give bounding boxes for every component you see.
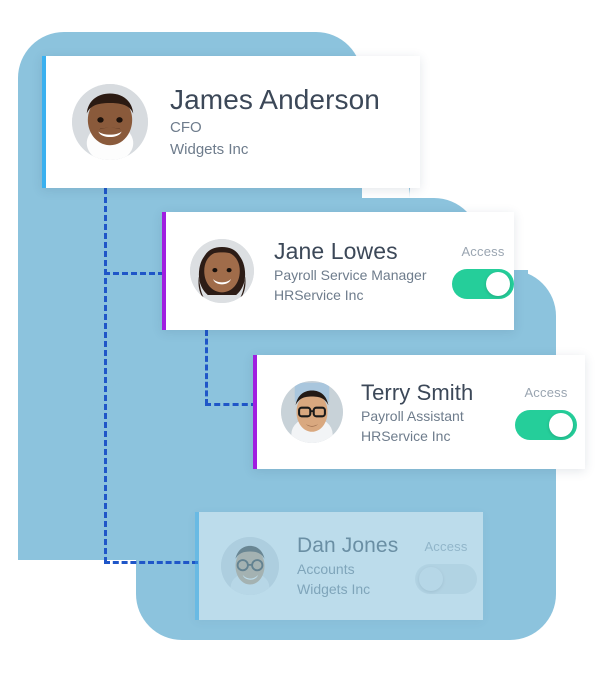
person-identity: Terry Smith Payroll Assistant HRService … [361, 379, 473, 446]
card-accent-bar [195, 512, 199, 620]
person-org: HRService Inc [274, 287, 364, 303]
person-card-jane-lowes[interactable]: Jane Lowes Payroll Service Manager HRSer… [162, 212, 514, 330]
connector-subtrunk [205, 330, 208, 405]
card-accent-bar [162, 212, 166, 330]
avatar-jane-lowes [190, 239, 254, 303]
person-org: Widgets Inc [297, 581, 371, 597]
access-label: Access [524, 385, 568, 400]
person-name: Terry Smith [361, 379, 474, 405]
access-control: Access [415, 538, 477, 594]
access-toggle[interactable] [452, 269, 514, 299]
connector-branch-terry [205, 403, 257, 406]
person-name: James Anderson [170, 84, 380, 115]
person-role: Payroll Assistant [361, 407, 464, 424]
person-card-dan-jones[interactable]: Dan Jones Accounts Widgets Inc Access [195, 512, 483, 620]
toggle-knob [549, 413, 573, 437]
connector-branch-jane [104, 272, 164, 275]
connector-trunk [104, 188, 107, 563]
access-label: Access [424, 539, 468, 554]
person-card-terry-smith[interactable]: Terry Smith Payroll Assistant HRService … [253, 355, 585, 469]
person-name: Dan Jones [297, 534, 399, 557]
avatar-terry-smith [281, 381, 343, 443]
person-org: Widgets Inc [170, 141, 249, 158]
person-role: Accounts [297, 561, 355, 577]
card-accent-bar [42, 56, 46, 188]
access-toggle[interactable] [515, 410, 577, 440]
org-chart-canvas: James Anderson CFO Widgets Inc Jane Lowe… [0, 0, 613, 674]
blob-corner [136, 440, 184, 488]
person-identity: Jane Lowes Payroll Service Manager HRSer… [274, 237, 427, 305]
toggle-knob [486, 272, 510, 296]
blob-corner [88, 380, 136, 428]
person-org: HRService Inc [361, 427, 451, 444]
access-control: Access [515, 384, 577, 440]
avatar-james-anderson [72, 84, 148, 160]
person-card-james-anderson[interactable]: James Anderson CFO Widgets Inc [42, 56, 420, 188]
access-control: Access [452, 243, 514, 299]
person-name: Jane Lowes [274, 238, 398, 264]
avatar-dan-jones [221, 537, 279, 595]
person-identity: James Anderson CFO Widgets Inc [170, 83, 380, 161]
person-role: CFO [170, 119, 202, 136]
person-identity: Dan Jones Accounts Widgets Inc [297, 533, 398, 599]
connector-branch-dan [104, 561, 198, 564]
card-accent-bar [253, 355, 257, 469]
access-label: Access [461, 244, 505, 259]
toggle-knob [419, 567, 443, 591]
person-role: Payroll Service Manager [274, 267, 427, 283]
access-toggle[interactable] [415, 564, 477, 594]
